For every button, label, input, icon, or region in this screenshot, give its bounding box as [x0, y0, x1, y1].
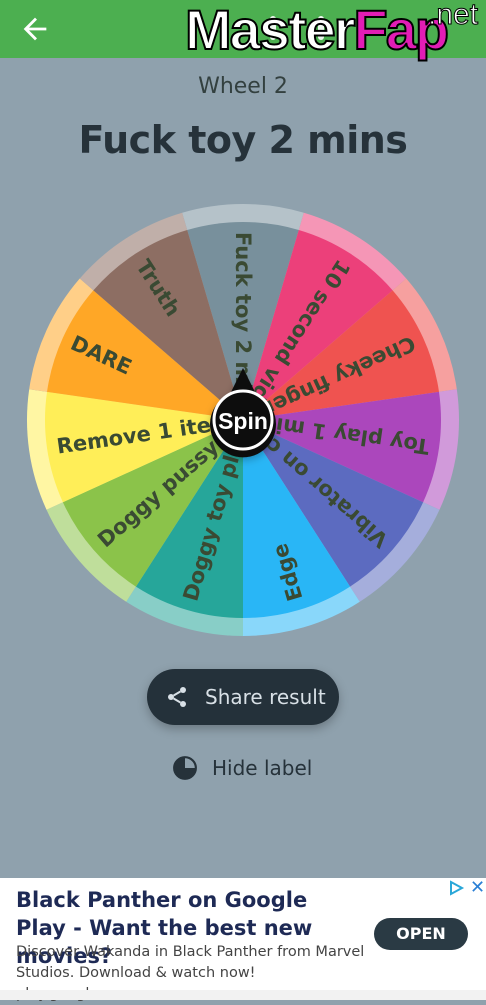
ad-banner[interactable]: Black Panther on Google Play - Want the … — [0, 878, 486, 1002]
share-result-button[interactable]: Share result — [147, 669, 339, 725]
pie-chart-icon — [173, 756, 197, 780]
system-nav-strip — [0, 990, 486, 1000]
ad-open-button[interactable]: OPEN — [374, 918, 468, 950]
share-icon — [168, 687, 186, 707]
hide-label-toggle[interactable]: Hide label — [172, 752, 322, 784]
adchoices-icon[interactable] — [448, 880, 466, 896]
spin-wheel[interactable]: Fuck toy 2 mins 10 second vid Cheeky finge… — [0, 0, 486, 880]
ad-close-icon[interactable]: ✕ — [470, 878, 485, 898]
spin-button-label: Spin — [218, 408, 268, 434]
share-result-label: Share result — [205, 685, 326, 709]
hide-label-text: Hide label — [212, 756, 313, 780]
